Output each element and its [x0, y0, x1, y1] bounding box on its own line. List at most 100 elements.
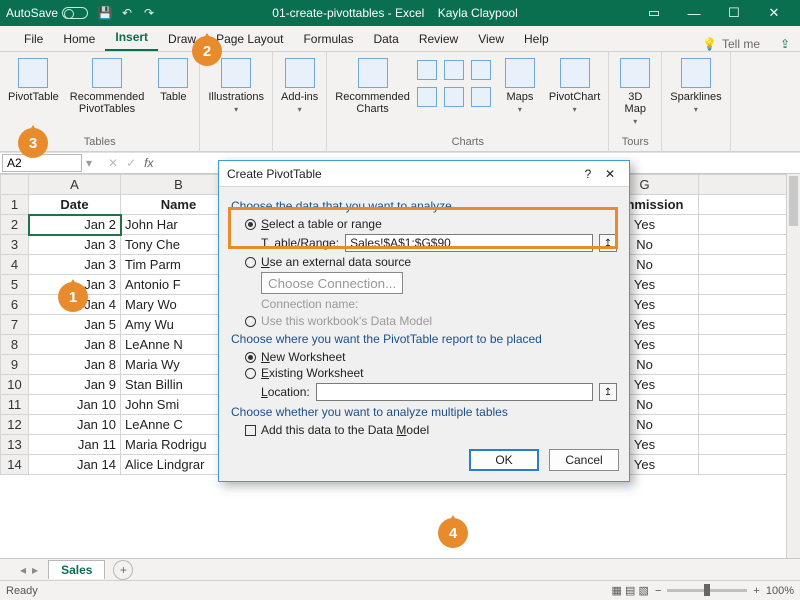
row-header[interactable]: 13	[1, 435, 29, 455]
view-pagelayout-icon[interactable]: ▤	[625, 584, 635, 597]
maps-button[interactable]: Maps	[498, 56, 542, 136]
cancel-button[interactable]: Cancel	[549, 449, 619, 471]
tab-home[interactable]: Home	[53, 28, 105, 51]
sparklines-icon	[681, 58, 711, 88]
sheet-tab-bar: ◂ ▸ Sales +	[0, 558, 800, 580]
section-label: Choose whether you want to analyze multi…	[231, 405, 617, 419]
tab-help[interactable]: Help	[514, 28, 559, 51]
row-header[interactable]: 10	[1, 375, 29, 395]
view-pagebreak-icon[interactable]: ▧	[638, 584, 648, 597]
maximize-icon[interactable]: ☐	[714, 0, 754, 26]
name-box[interactable]	[2, 154, 82, 172]
section-label: Choose where you want the PivotTable rep…	[231, 332, 617, 346]
share-button[interactable]: ⇪	[770, 37, 800, 51]
vertical-scrollbar[interactable]	[786, 174, 800, 558]
zoom-level: 100%	[766, 585, 794, 597]
enter-formula-icon[interactable]: ✓	[126, 156, 136, 170]
option-existing-worksheet[interactable]: Existing Worksheet	[245, 366, 617, 380]
col-header[interactable]: A	[29, 175, 121, 195]
sheet-tab-sales[interactable]: Sales	[48, 560, 105, 579]
tab-insert[interactable]: Insert	[105, 26, 158, 51]
chart-combo-icon[interactable]	[471, 87, 491, 107]
illustrations-button[interactable]: Illustrations	[204, 56, 268, 148]
row-header[interactable]: 7	[1, 315, 29, 335]
chart-scatter-icon[interactable]	[444, 87, 464, 107]
checkbox-icon	[245, 425, 256, 436]
collapse-dialog-icon[interactable]: ↥	[599, 234, 617, 252]
collapse-dialog-icon[interactable]: ↥	[599, 383, 617, 401]
minimize-icon[interactable]: —	[674, 0, 714, 26]
row-header[interactable]: 4	[1, 255, 29, 275]
ok-button[interactable]: OK	[469, 449, 539, 471]
location-label: Location:	[261, 385, 310, 399]
ribbon-options-icon[interactable]: ▭	[634, 0, 674, 26]
location-input[interactable]	[316, 383, 593, 401]
autosave-toggle[interactable]: AutoSave	[6, 6, 88, 20]
row-header[interactable]: 14	[1, 455, 29, 475]
row-header[interactable]: 1	[1, 195, 29, 215]
row-header[interactable]: 8	[1, 335, 29, 355]
zoom-slider[interactable]: − + 100%	[655, 585, 794, 597]
new-sheet-button[interactable]: +	[113, 560, 133, 580]
row-header[interactable]: 12	[1, 415, 29, 435]
range-label: T	[261, 236, 268, 250]
tab-data[interactable]: Data	[363, 28, 408, 51]
chart-line-icon[interactable]	[444, 60, 464, 80]
checkbox-add-to-model[interactable]: Add this data to the Data Model	[245, 423, 617, 437]
dialog-close-icon[interactable]: ✕	[599, 167, 621, 181]
help-icon[interactable]: ?	[577, 167, 599, 181]
group-label-tours: Tours	[609, 136, 661, 151]
table-button[interactable]: Table	[151, 56, 195, 136]
name-box-dropdown-icon[interactable]: ▾	[86, 156, 92, 170]
pivotchart-button[interactable]: PivotChart	[545, 56, 604, 136]
select-all[interactable]	[1, 175, 29, 195]
option-select-range[interactable]: Select a table or range	[245, 217, 617, 231]
option-data-model: Use this workbook's Data Model	[245, 314, 617, 328]
table-range-input[interactable]: Sales!$A$1:$G$90	[345, 234, 593, 252]
row-header[interactable]: 6	[1, 295, 29, 315]
chart-bar-icon[interactable]	[417, 60, 437, 80]
connection-name-label: Connection name:	[261, 297, 617, 311]
prev-sheet-icon[interactable]: ◂	[20, 563, 26, 577]
3dmap-button[interactable]: 3D Map	[613, 56, 657, 136]
chart-hierarchy-icon[interactable]	[417, 87, 437, 107]
undo-icon[interactable]: ↶	[120, 6, 134, 20]
save-icon[interactable]: 💾	[98, 6, 112, 20]
radio-icon	[245, 352, 256, 363]
row-header[interactable]: 2	[1, 215, 29, 235]
ribbon-tabs: File Home Insert Draw Page Layout Formul…	[0, 26, 800, 52]
dialog-title: Create PivotTable	[227, 167, 577, 181]
ribbon: PivotTable Recommended PivotTables Table…	[0, 52, 800, 152]
next-sheet-icon[interactable]: ▸	[32, 563, 38, 577]
tab-file[interactable]: File	[14, 28, 53, 51]
row-header[interactable]: 5	[1, 275, 29, 295]
zoom-in-icon[interactable]: +	[753, 585, 759, 597]
callout-2: 2	[192, 36, 222, 66]
option-external-source[interactable]: Use an external data source	[245, 255, 617, 269]
pivotchart-icon	[560, 58, 590, 88]
close-icon[interactable]: ✕	[754, 0, 794, 26]
row-header[interactable]: 3	[1, 235, 29, 255]
addins-icon	[285, 58, 315, 88]
tell-me-search[interactable]: 💡 Tell me	[692, 37, 770, 51]
redo-icon[interactable]: ↷	[142, 6, 156, 20]
title-bar: AutoSave 💾 ↶ ↷ 01-create-pivottables - E…	[0, 0, 800, 26]
tab-review[interactable]: Review	[409, 28, 468, 51]
callout-3: 3	[18, 128, 48, 158]
status-bar: Ready ▦ ▤ ▧ − + 100%	[0, 580, 800, 600]
option-new-worksheet[interactable]: New Worksheet	[245, 350, 617, 364]
radio-icon	[245, 316, 256, 327]
chart-pie-icon[interactable]	[471, 60, 491, 80]
addins-button[interactable]: Add-ins	[277, 56, 322, 148]
recommended-pivottables-button[interactable]: Recommended PivotTables	[66, 56, 149, 136]
fx-icon[interactable]: fx	[144, 156, 153, 170]
tab-formulas[interactable]: Formulas	[293, 28, 363, 51]
tab-view[interactable]: View	[468, 28, 514, 51]
zoom-out-icon[interactable]: −	[655, 585, 661, 597]
row-header[interactable]: 9	[1, 355, 29, 375]
row-header[interactable]: 11	[1, 395, 29, 415]
recommended-charts-button[interactable]: Recommended Charts	[331, 56, 414, 136]
view-normal-icon[interactable]: ▦	[612, 584, 622, 597]
sparklines-button[interactable]: Sparklines	[666, 56, 725, 148]
cancel-formula-icon[interactable]: ✕	[108, 156, 118, 170]
